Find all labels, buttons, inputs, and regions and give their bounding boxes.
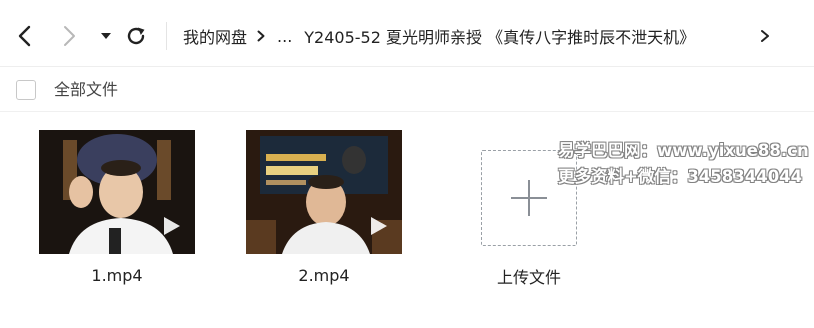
forward-button[interactable] xyxy=(56,22,84,50)
watermark: 易学巴巴网：www.yixue88.cn 更多资料+微信：3458344044 xyxy=(558,138,809,190)
upload-file-label[interactable]: 上传文件 xyxy=(470,268,588,288)
play-icon xyxy=(164,217,180,235)
select-bar: 全部文件 xyxy=(0,68,814,112)
watermark-line-1: 易学巴巴网：www.yixue88.cn xyxy=(558,141,809,160)
video-thumbnail[interactable] xyxy=(246,130,402,254)
select-all-checkbox[interactable] xyxy=(16,80,36,100)
file-item-1[interactable]: 1.mp4 xyxy=(37,130,197,286)
select-all-label: 全部文件 xyxy=(54,80,119,99)
refresh-button[interactable] xyxy=(122,22,150,50)
file-item-2[interactable]: 2.mp4 xyxy=(244,130,404,286)
play-icon xyxy=(371,217,387,235)
breadcrumb-separator-icon xyxy=(257,30,265,42)
file-name[interactable]: 1.mp4 xyxy=(37,266,197,286)
caret-down-icon xyxy=(101,33,111,39)
chevron-right-icon xyxy=(64,26,75,46)
toolbar-divider xyxy=(166,22,167,50)
top-toolbar: 我的网盘 ... Y2405-52 夏光明师亲授 《真传八字推时辰不泄天机》 xyxy=(0,0,814,67)
refresh-icon xyxy=(127,27,145,45)
breadcrumb-next-icon[interactable] xyxy=(760,22,770,50)
file-name[interactable]: 2.mp4 xyxy=(244,266,404,286)
plus-icon xyxy=(511,180,547,216)
breadcrumb-root[interactable]: 我的网盘 xyxy=(183,24,247,48)
history-dropdown-button[interactable] xyxy=(92,22,120,50)
breadcrumb-current[interactable]: Y2405-52 夏光明师亲授 《真传八字推时辰不泄天机》 xyxy=(304,24,695,48)
back-button[interactable] xyxy=(10,22,38,50)
chevron-left-icon xyxy=(18,25,31,47)
breadcrumb-ellipsis[interactable]: ... xyxy=(277,27,292,46)
watermark-line-2: 更多资料+微信：3458344044 xyxy=(558,167,803,186)
video-thumbnail[interactable] xyxy=(39,130,195,254)
breadcrumb: 我的网盘 ... Y2405-52 夏光明师亲授 《真传八字推时辰不泄天机》 xyxy=(183,22,695,50)
